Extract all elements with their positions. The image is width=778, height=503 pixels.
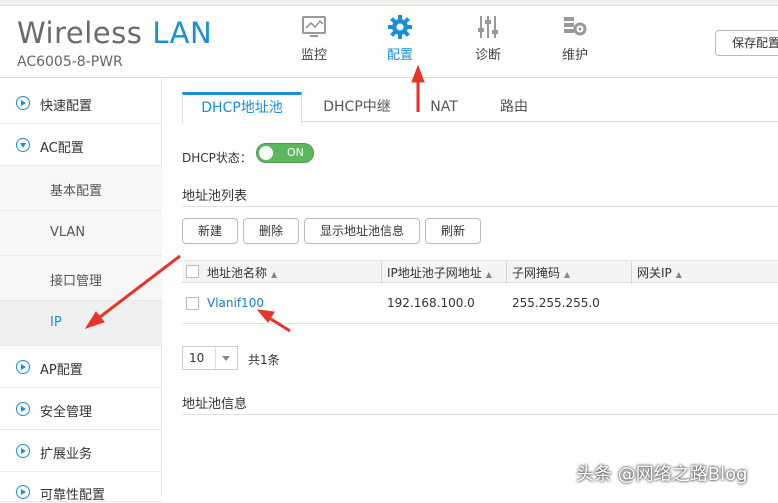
annotation-arrows [84,64,425,333]
watermark-text: 头条 @网络之路Blog [576,464,748,485]
annotation-arrow-to-ip [84,254,181,329]
annotation-arrow-to-vlanif [256,309,291,333]
annotation-arrow-to-config [411,64,425,112]
